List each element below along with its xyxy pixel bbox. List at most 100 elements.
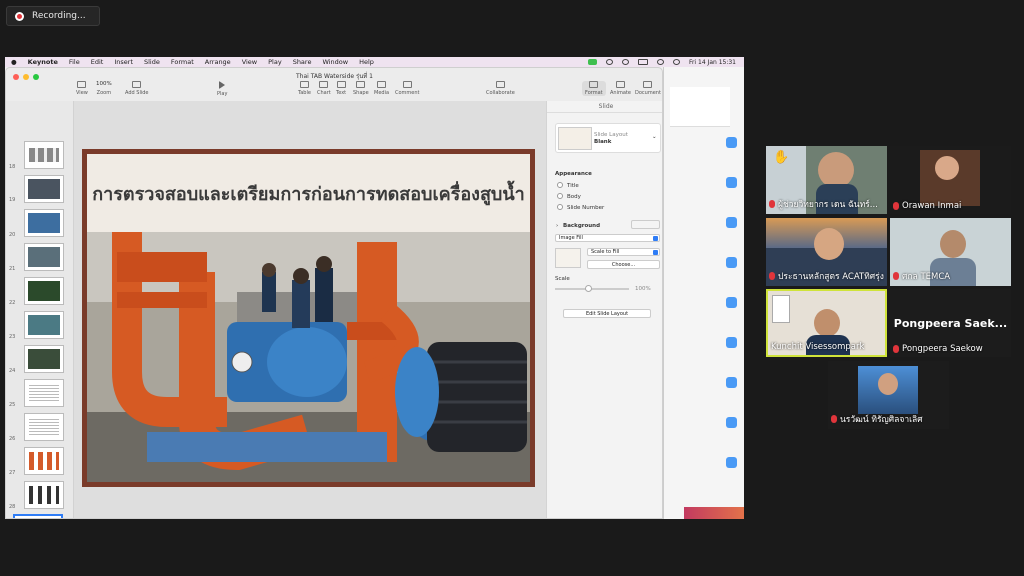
participant-tile[interactable]: ประธานหลักสูตร ACATทิศรุ่ง: [766, 218, 887, 286]
mic-muted-icon: [893, 202, 899, 210]
active-speaker-tile[interactable]: Kunchit Visessompark: [766, 289, 887, 357]
body-checkbox[interactable]: [557, 193, 563, 199]
desktop-wallpaper: [684, 507, 744, 519]
slide-number: 25: [9, 402, 16, 408]
slide-title[interactable]: การตรวจสอบและเตรียมการก่อนการทดสอบเครื่อ…: [92, 179, 525, 208]
menubar-status: Fri 14 Jan 15:31: [587, 57, 736, 67]
mic-muted-icon: [769, 272, 775, 280]
app-icon[interactable]: [726, 297, 737, 308]
camera-status-icon[interactable]: [587, 59, 597, 65]
menu-insert[interactable]: Insert: [114, 58, 133, 66]
scale-mode-select[interactable]: Scale to Fill: [587, 248, 660, 256]
slide-thumb[interactable]: [24, 447, 64, 475]
menu-slide[interactable]: Slide: [144, 58, 160, 66]
slide-thumb[interactable]: [24, 209, 64, 237]
edit-slide-layout-button[interactable]: Edit Slide Layout: [563, 309, 651, 318]
background-color-well[interactable]: [631, 220, 660, 229]
slide-thumb[interactable]: [24, 379, 64, 407]
participant-face: [878, 373, 898, 395]
title-checkbox[interactable]: [557, 182, 563, 188]
pump-room-photo[interactable]: [87, 232, 530, 482]
media-button[interactable]: Media: [374, 81, 389, 96]
slide-number-checkbox[interactable]: [557, 204, 563, 210]
mic-muted-icon: [893, 272, 899, 280]
participant-tile[interactable]: Pongpeera Saek... Pongpeera Saekow: [890, 289, 1011, 357]
animate-button[interactable]: Animate: [610, 81, 631, 96]
participant-name-label: นรวัฒน์ ทิรัญศิลจาเลิศ: [831, 412, 923, 426]
inspector-tab-slide[interactable]: Slide: [547, 101, 662, 113]
slide-layout-picker[interactable]: Slide Layout Blank ⌄: [555, 123, 661, 153]
menu-view[interactable]: View: [242, 58, 257, 66]
slide-thumb[interactable]: [24, 243, 64, 271]
slide-thumb[interactable]: [24, 413, 64, 441]
minimize-icon[interactable]: [23, 74, 29, 80]
tile-background: [772, 295, 790, 323]
comment-button[interactable]: Comment: [395, 81, 420, 96]
menu-format[interactable]: Format: [171, 58, 194, 66]
app-icon[interactable]: [726, 257, 737, 268]
app-icon[interactable]: [726, 217, 737, 228]
slide-thumb[interactable]: [24, 481, 64, 509]
slide-thumb[interactable]: [24, 345, 64, 373]
app-icon[interactable]: [726, 377, 737, 388]
slide-thumb-selected[interactable]: [13, 514, 63, 518]
collaborate-button[interactable]: Collaborate: [486, 81, 515, 96]
disclosure-icon[interactable]: ›: [556, 223, 558, 229]
scale-slider-thumb[interactable]: [585, 285, 592, 292]
slide-title-band: การตรวจสอบและเตรียมการก่อนการทดสอบเครื่อ…: [87, 154, 530, 232]
background-window[interactable]: [663, 67, 744, 519]
search-icon[interactable]: [672, 59, 680, 65]
slide-thumb[interactable]: [24, 175, 64, 203]
slide-thumb[interactable]: [24, 277, 64, 305]
zoom-icon[interactable]: [621, 59, 629, 65]
menu-file[interactable]: File: [69, 58, 80, 66]
chart-button[interactable]: Chart: [317, 81, 331, 96]
document-button[interactable]: Document: [635, 81, 661, 96]
app-icon[interactable]: [726, 137, 737, 148]
menu-edit[interactable]: Edit: [91, 58, 104, 66]
menu-play[interactable]: Play: [268, 58, 282, 66]
window-controls: [13, 74, 39, 80]
view-button[interactable]: View: [76, 81, 88, 96]
recording-indicator[interactable]: Recording...: [6, 6, 100, 26]
format-button[interactable]: Format: [582, 81, 606, 96]
menu-window[interactable]: Window: [322, 58, 348, 66]
wifi-icon[interactable]: [656, 59, 664, 65]
fill-type-select[interactable]: Image Fill: [555, 234, 660, 242]
current-slide[interactable]: การตรวจสอบและเตรียมการก่อนการทดสอบเครื่อ…: [82, 149, 535, 487]
slide-thumb[interactable]: [24, 311, 64, 339]
menu-help[interactable]: Help: [359, 58, 374, 66]
participant-tile[interactable]: Orawan Inmai: [890, 146, 1011, 214]
comment-icon: [402, 81, 412, 88]
mic-muted-icon: [769, 200, 775, 208]
close-icon[interactable]: [13, 74, 19, 80]
app-icon[interactable]: [726, 177, 737, 188]
apple-icon[interactable]: ●: [11, 58, 17, 66]
scale-slider[interactable]: [555, 285, 629, 292]
background-heading: Background: [563, 223, 601, 229]
add-slide-button[interactable]: Add Slide: [125, 81, 148, 96]
sync-icon[interactable]: [605, 59, 613, 65]
raised-hand-icon: ✋: [773, 150, 790, 165]
battery-icon[interactable]: [637, 59, 648, 65]
menu-arrange[interactable]: Arrange: [205, 58, 231, 66]
scale-value[interactable]: 100%: [635, 286, 651, 292]
image-fill-preview[interactable]: [555, 248, 581, 268]
fullscreen-icon[interactable]: [33, 74, 39, 80]
participant-tile[interactable]: นรวัฒน์ ทิรัญศิลจาเลิศ: [828, 361, 949, 429]
choose-image-button[interactable]: Choose...: [587, 260, 660, 269]
play-button[interactable]: Play: [217, 81, 227, 97]
participant-tile[interactable]: ✋ ผู้ช่วยวิทยากร เดน ฉันทร์...: [766, 146, 887, 214]
app-icon[interactable]: [726, 417, 737, 428]
participant-tile[interactable]: ศกล TEMCA: [890, 218, 1011, 286]
text-button[interactable]: Text: [336, 81, 346, 96]
clock[interactable]: Fri 14 Jan 15:31: [689, 59, 736, 66]
shape-button[interactable]: Shape: [353, 81, 369, 96]
app-icon[interactable]: [726, 457, 737, 468]
slide-thumb[interactable]: [24, 141, 64, 169]
table-button[interactable]: Table: [298, 81, 311, 96]
app-icon[interactable]: [726, 337, 737, 348]
menu-app-name[interactable]: Keynote: [28, 58, 58, 66]
menu-share[interactable]: Share: [293, 58, 312, 66]
zoom-button[interactable]: 100% Zoom: [96, 81, 112, 96]
